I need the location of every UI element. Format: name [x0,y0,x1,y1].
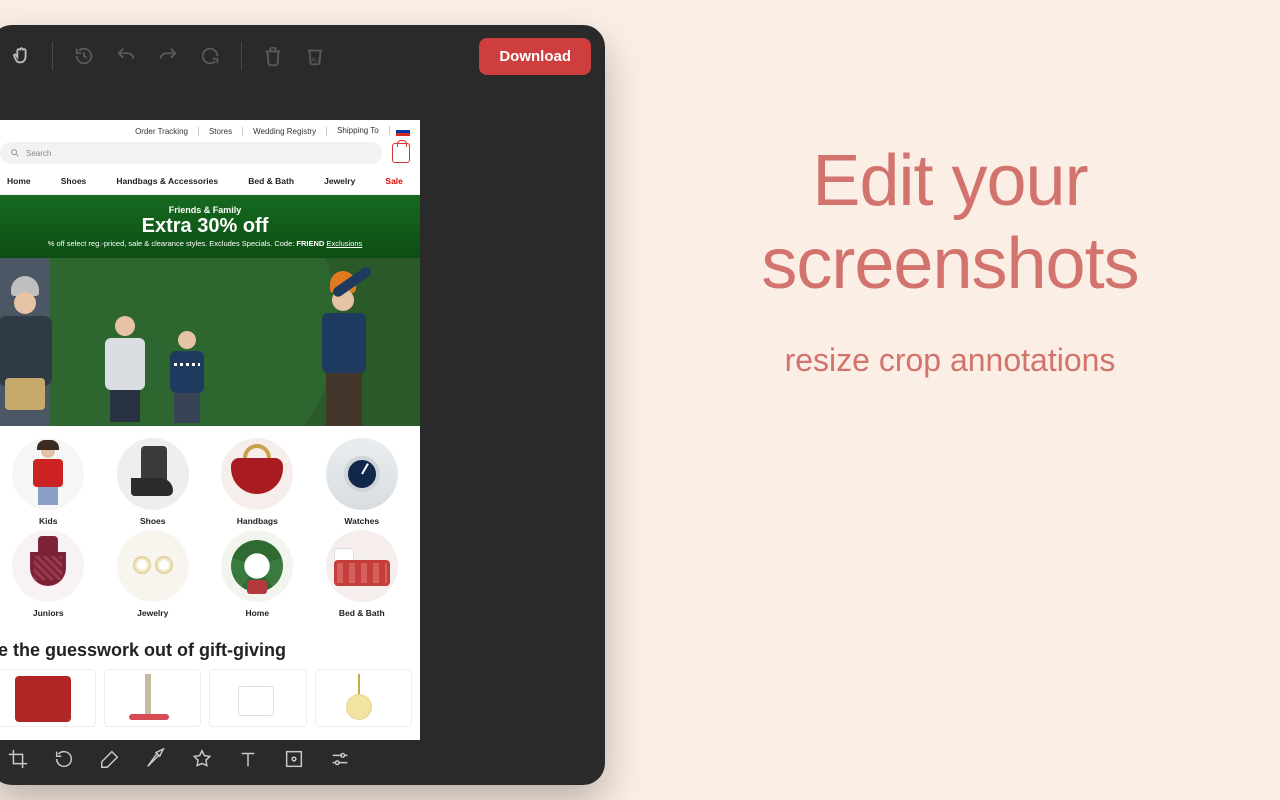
nav-sale[interactable]: Sale [385,176,403,186]
tile-bedbath[interactable]: Bed & Bath [312,530,413,618]
promo-banner[interactable]: Friends & Family Extra 30% off % off sel… [0,195,420,258]
trash-all-icon[interactable]: ALL [298,39,332,73]
link-stores[interactable]: Stores [209,127,243,136]
sliders-icon[interactable] [322,741,358,777]
text-icon[interactable] [230,741,266,777]
nav-bedbath[interactable]: Bed & Bath [248,176,294,186]
canvas-area[interactable]: Order Tracking Stores Wedding Registry S… [0,120,420,740]
tile-juniors[interactable]: Juniors [0,530,99,618]
marketing-copy: Edit your screenshots resize crop annota… [650,140,1250,379]
flag-icon [396,127,410,136]
gift-card[interactable] [209,669,307,727]
search-icon [10,148,20,158]
undo-icon[interactable] [109,39,143,73]
link-shipping[interactable]: Shipping To [337,126,410,135]
utility-bar: Order Tracking Stores Wedding Registry S… [0,120,420,142]
gift-card[interactable] [315,669,413,727]
top-toolbar: ALL Download [0,25,605,87]
tile-shoes[interactable]: Shoes [103,438,204,526]
rotate-icon[interactable] [46,741,82,777]
person-illustration [165,331,209,426]
nav-home[interactable]: Home [7,176,31,186]
editor-window: ALL Download Order Tracking Stores Weddi… [0,25,605,785]
person-illustration [0,276,60,426]
tile-handbags[interactable]: Handbags [207,438,308,526]
main-nav: Home Shoes Handbags & Accessories Bed & … [0,170,420,194]
category-tiles: Kids Shoes Handbags Watches Juniors Jewe… [0,426,420,622]
gift-card[interactable] [104,669,202,727]
gift-card-row [0,669,420,727]
arrow-shape-icon[interactable] [138,741,174,777]
person-illustration [300,271,380,426]
history-icon[interactable] [67,39,101,73]
tile-jewelry[interactable]: Jewelry [103,530,204,618]
trash-icon[interactable] [256,39,290,73]
shopping-bag-icon[interactable] [392,143,410,163]
marketing-headline: Edit your screenshots [650,140,1250,306]
search-row: Search [0,142,420,170]
link-order-tracking[interactable]: Order Tracking [135,127,199,136]
bottom-toolbar [0,733,605,785]
marketing-subline: resize crop annotations [650,342,1250,379]
nav-shoes[interactable]: Shoes [61,176,87,186]
pen-icon[interactable] [92,741,128,777]
rectangle-icon[interactable] [276,741,312,777]
hero-image: r [0,258,420,426]
separator [52,42,53,70]
download-button[interactable]: Download [479,38,591,75]
tile-kids[interactable]: Kids [0,438,99,526]
search-input[interactable]: Search [0,142,382,164]
hand-icon[interactable] [4,39,38,73]
person-illustration [100,316,150,426]
link-registry[interactable]: Wedding Registry [253,127,327,136]
gift-card[interactable] [0,669,96,727]
redo-icon[interactable] [151,39,185,73]
tile-watches[interactable]: Watches [312,438,413,526]
redo-alt-icon[interactable] [193,39,227,73]
nav-handbags[interactable]: Handbags & Accessories [116,176,218,186]
tile-home[interactable]: Home [207,530,308,618]
star-icon[interactable] [184,741,220,777]
svg-text:ALL: ALL [311,58,321,64]
crop-icon[interactable] [0,741,36,777]
nav-jewelry[interactable]: Jewelry [324,176,355,186]
gift-heading: e the guesswork out of gift-giving [0,622,420,669]
separator [241,42,242,70]
